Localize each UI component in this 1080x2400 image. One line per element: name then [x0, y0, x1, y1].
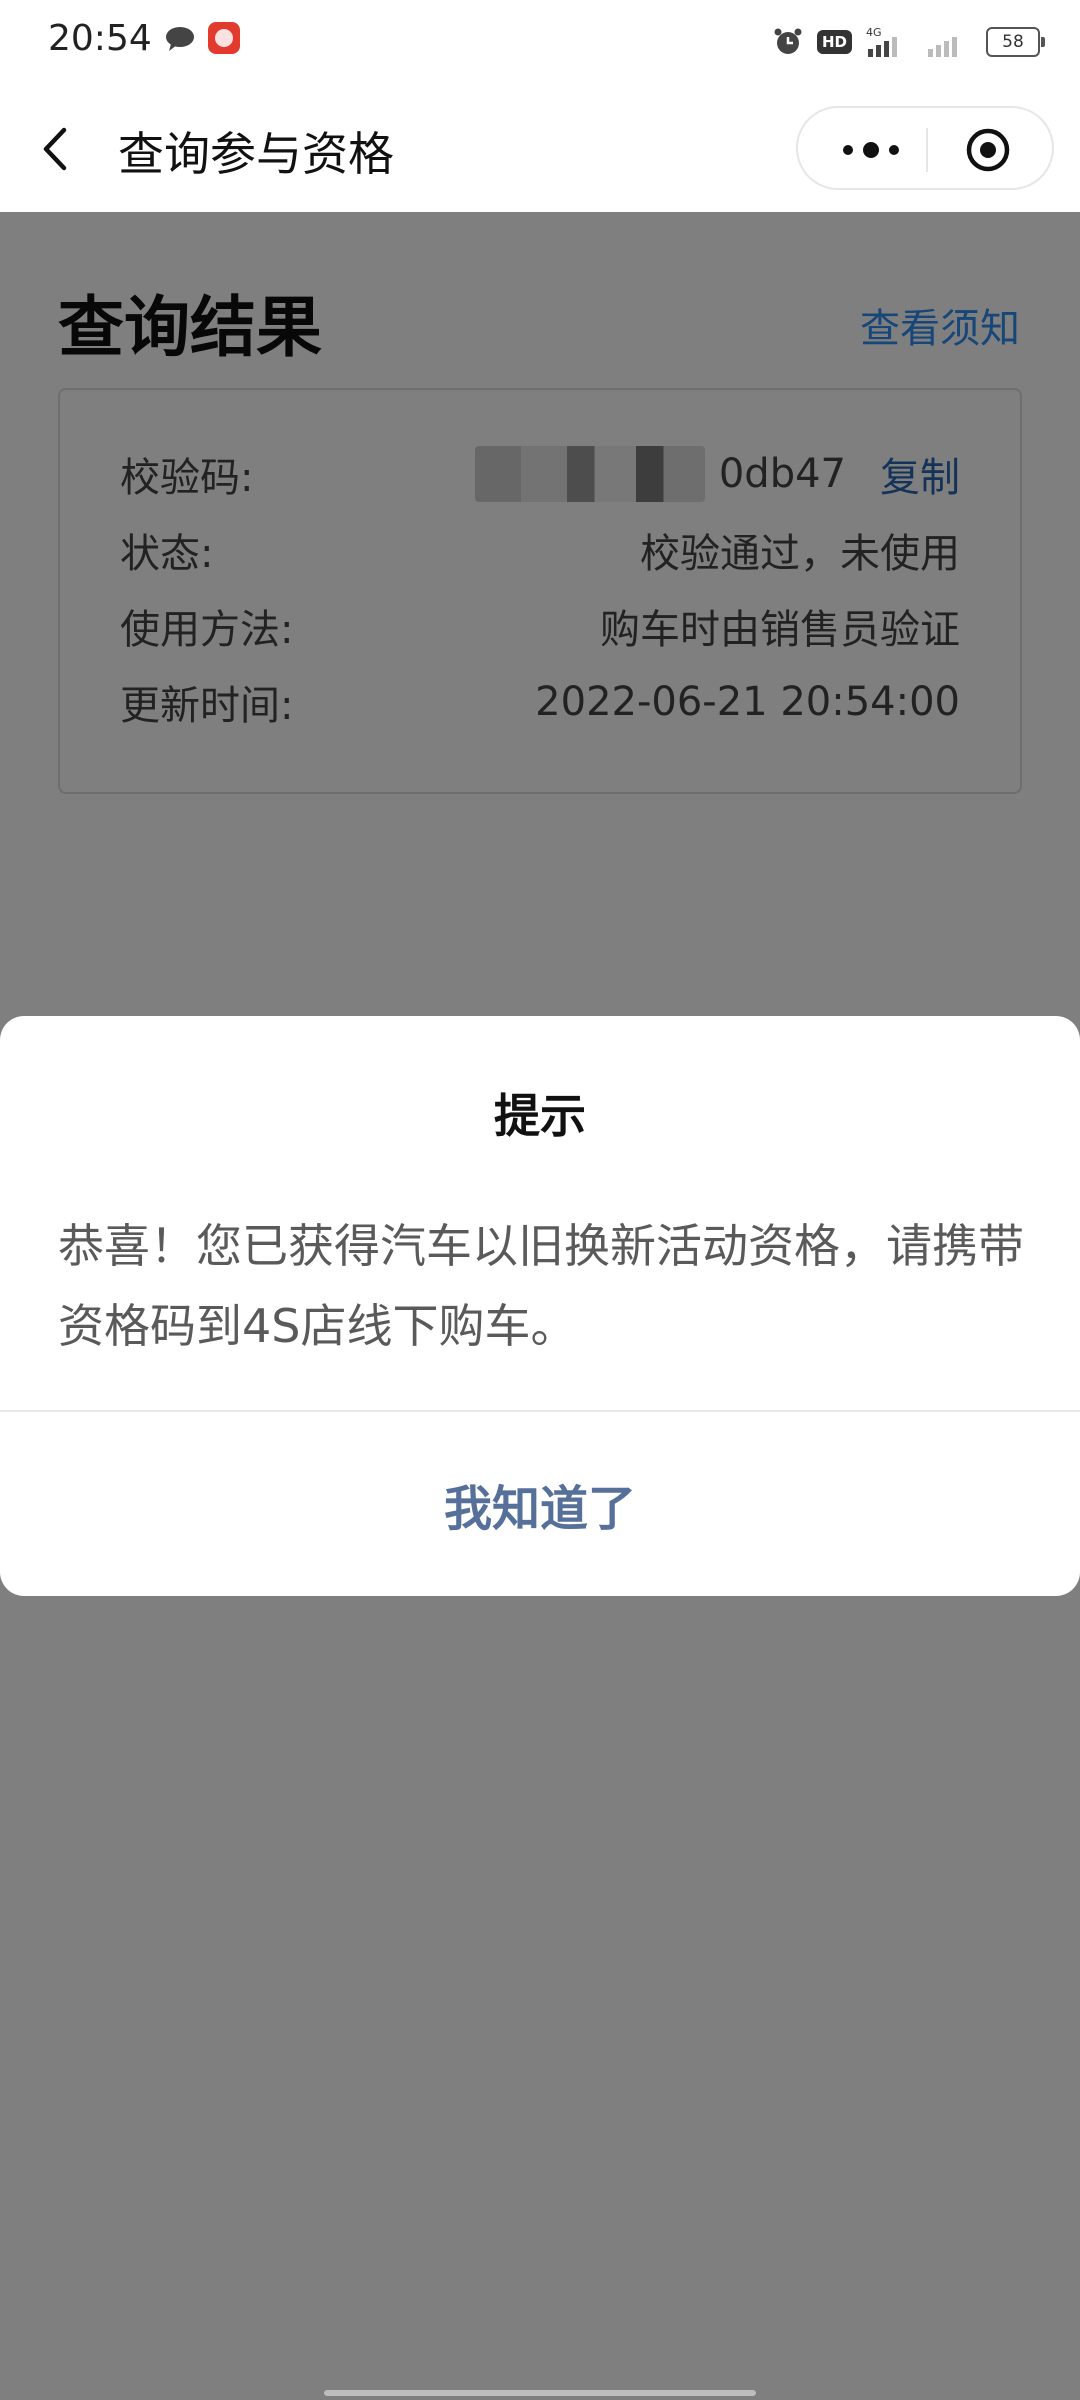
status-bar: 20:54 HD 4G 58	[0, 0, 1080, 84]
secondary-signal-icon	[928, 37, 957, 57]
status-time: 20:54	[48, 18, 152, 59]
nav-bar: 查询参与资格	[0, 84, 1080, 212]
target-close-icon[interactable]	[964, 126, 1012, 174]
more-dots-icon[interactable]	[828, 130, 938, 170]
dialog-message: 恭喜！您已获得汽车以旧换新活动资格，请携带资格码到4S店线下购车。	[58, 1219, 1024, 1353]
got-it-button[interactable]: 我知道了	[0, 1412, 1080, 1596]
network-label: 4G	[866, 26, 882, 39]
alarm-icon	[774, 28, 802, 54]
signal-icon: 4G	[866, 26, 897, 57]
page-title: 查询参与资格	[118, 127, 394, 181]
battery-icon: 58	[986, 27, 1045, 57]
tip-dialog: 提示 恭喜！您已获得汽车以旧换新活动资格，请携带资格码到4S店线下购车。 我知道…	[0, 1016, 1080, 1596]
app-notification-icon	[208, 22, 240, 54]
status-right-group: HD 4G 58	[773, 22, 1045, 62]
mini-program-capsule	[796, 106, 1054, 190]
home-indicator[interactable]	[324, 2390, 756, 2396]
dialog-title: 提示	[494, 1089, 586, 1143]
hd-badge: HD	[816, 30, 852, 54]
capsule-divider	[926, 128, 928, 172]
message-icon	[166, 27, 194, 51]
chevron-left-icon[interactable]	[36, 124, 76, 174]
